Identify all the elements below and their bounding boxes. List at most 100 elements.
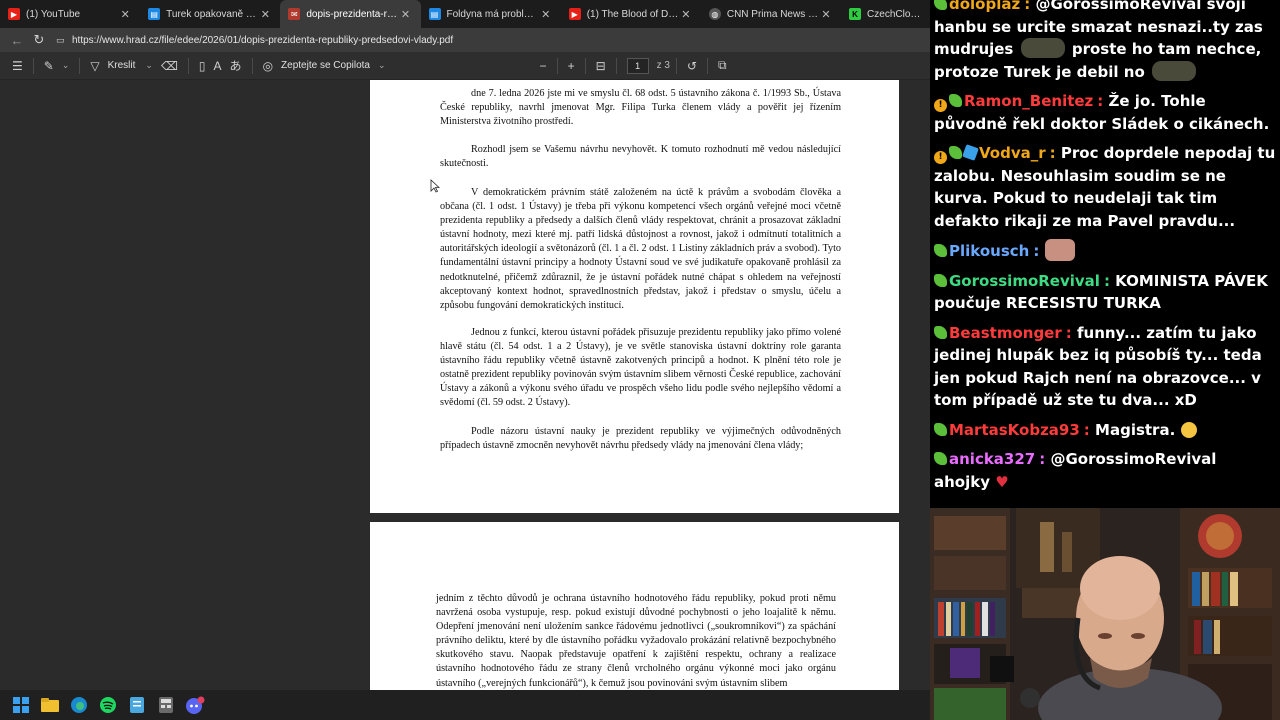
tab-title: Foldyna má problém s vyslov	[446, 8, 539, 20]
close-icon[interactable]: ✕	[258, 8, 272, 21]
eraser-icon[interactable]: ⌫	[157, 55, 182, 77]
rotate-icon[interactable]: ↺	[683, 55, 701, 77]
url-text: https://www.hrad.cz/file/edee/2026/01/do…	[72, 34, 454, 46]
tab-youtube[interactable]: ▶ (1) YouTube ✕	[0, 0, 140, 28]
chat-username: MartasKobza93	[949, 420, 1080, 439]
tab-cnn[interactable]: ◍ CNN Prima News HD Sledujte ✕	[701, 0, 841, 28]
tab-title: (1) The Blood of Dawnwalker	[586, 8, 679, 20]
paragraph: V demokratickém právním státě založeném …	[440, 187, 841, 311]
close-icon[interactable]: ✕	[539, 8, 553, 21]
notepad-icon[interactable]	[126, 694, 148, 716]
close-icon[interactable]: ✕	[399, 8, 413, 21]
page-number-input[interactable]: 1	[626, 57, 649, 74]
paragraph: jedním z těchto důvodů je ochrana ústavn…	[436, 593, 836, 689]
draw-icon[interactable]: ▽	[86, 55, 103, 77]
chat-username: Beastmonger	[949, 323, 1062, 342]
webcam-image	[930, 508, 1280, 720]
badge-icon	[962, 144, 979, 161]
taskbar	[0, 690, 930, 720]
tab-czechcloud[interactable]: K CzechCloud Str	[841, 0, 930, 28]
paragraph: dne 7. ledna 2026 jste mi ve smyslu čl. …	[440, 88, 841, 128]
pdf-viewer[interactable]: dne 7. ledna 2026 jste mi ve smyslu čl. …	[0, 80, 930, 690]
news-icon: ▤	[148, 8, 161, 20]
windows-start-icon[interactable]	[10, 694, 32, 716]
chat-text: Magistra.	[1095, 420, 1176, 439]
spotify-icon[interactable]	[97, 694, 119, 716]
tab-foldyna[interactable]: ▤ Foldyna má problém s vyslov ✕	[421, 0, 561, 28]
tab-dawnwalker[interactable]: ▶ (1) The Blood of Dawnwalker ✕	[561, 0, 701, 28]
tab-bar: ▶ (1) YouTube ✕ ▤ Turek opakovaně prokaz…	[0, 0, 930, 28]
pdf-page: jedním z těchto důvodů je ochrana ústavn…	[370, 522, 899, 690]
badge-icon: !	[934, 151, 947, 164]
chat-message: doloplaz: @GorossimoRevival svoji hanbu …	[934, 0, 1276, 83]
highlight-icon[interactable]: ✎	[40, 55, 58, 77]
calculator-icon[interactable]	[155, 694, 177, 716]
paragraph: Rozhodl jsem se Vašemu návrhu nevyhovět.…	[440, 144, 841, 170]
chat-username: anicka327	[949, 450, 1036, 468]
translate-icon[interactable]: あ	[226, 55, 246, 77]
k-icon: K	[849, 8, 862, 20]
chat-username: Vodva_r	[979, 144, 1046, 162]
fit-page-icon[interactable]: ⊟	[592, 55, 610, 77]
discord-icon[interactable]	[184, 694, 206, 716]
emote-icon	[1044, 239, 1075, 261]
chat-message: Beastmonger: funny... zatím tu jako jedi…	[934, 323, 1262, 409]
chat-message: GorossimoRevival: KOMINISTA PÁVEK poučuj…	[934, 271, 1268, 312]
pdf-page: dne 7. ledna 2026 jste mi ve smyslu čl. …	[370, 80, 899, 513]
close-icon[interactable]: ✕	[118, 8, 132, 21]
browser-window: ▶ (1) YouTube ✕ ▤ Turek opakovaně prokaz…	[0, 0, 930, 690]
toolbar-divider	[79, 57, 81, 74]
badge-icon	[934, 244, 947, 257]
tab-turek[interactable]: ▤ Turek opakovaně prokazoval ✕	[140, 0, 280, 28]
badge-icon	[934, 325, 947, 339]
file-explorer-icon[interactable]	[39, 694, 61, 716]
chat-username: GorossimoRevival	[949, 271, 1100, 290]
chat-username: doloplaz	[949, 0, 1021, 13]
close-icon[interactable]: ✕	[819, 8, 833, 21]
globe-icon: ◍	[708, 8, 721, 20]
address-bar: ← ↻ ▭ https://www.hrad.cz/file/edee/2026…	[0, 28, 930, 52]
chevron-down-icon[interactable]: ⌄	[58, 55, 74, 77]
back-arrow-icon[interactable]: ←	[6, 29, 28, 51]
chevron-down-icon[interactable]: ⌄	[374, 55, 390, 77]
chat-message: anicka327: @GorossimoRevival ahojky ♥	[934, 450, 1217, 491]
pdf-icon: ✉	[288, 8, 301, 20]
tab-title: (1) YouTube	[26, 8, 81, 20]
text-box-icon[interactable]: ▯	[195, 55, 210, 77]
copilot-button[interactable]: Zeptejte se Copilota	[281, 60, 370, 71]
page-view-icon[interactable]: ⧉	[714, 55, 731, 77]
chat-message: ! Vodva_r: Proc doprdele nepodaj tu zalob…	[934, 144, 1276, 230]
close-icon[interactable]: ✕	[679, 8, 693, 21]
toolbar-divider	[251, 57, 253, 74]
edge-icon[interactable]	[68, 694, 90, 716]
contents-list-icon[interactable]: ☰	[8, 55, 27, 77]
copilot-icon[interactable]: ◎	[259, 55, 277, 77]
paragraph: Jednou z funkcí, kterou ústavní pořádek …	[440, 327, 841, 409]
badge-icon	[949, 146, 962, 159]
stream-chat: doloplaz: @GorossimoRevival svoji hanbu …	[930, 0, 1280, 508]
emote-icon	[1151, 60, 1196, 81]
badge-icon	[934, 422, 947, 436]
tab-title: CzechCloud Str	[867, 8, 922, 20]
toolbar-divider	[187, 57, 189, 74]
chevron-down-icon[interactable]: ⌄	[141, 55, 157, 77]
badge-icon	[934, 273, 947, 287]
toolbar-divider	[556, 57, 558, 74]
tab-title: dopis-prezidenta-republiky-p	[306, 8, 399, 20]
badge-icon	[934, 0, 947, 10]
zoom-out-button[interactable]: −	[536, 55, 551, 77]
url-field[interactable]: ▭ https://www.hrad.cz/file/edee/2026/01/…	[56, 35, 453, 46]
chat-username: Ramon_Benitez	[964, 92, 1094, 110]
read-aloud-icon[interactable]: A	[210, 55, 226, 77]
draw-button[interactable]: Kreslit	[108, 60, 136, 71]
pdf-toolbar: ☰ ✎ ⌄ ▽ Kreslit ⌄ ⌫ ▯ A あ ◎ Zeptejte se …	[0, 52, 930, 80]
zoom-in-button[interactable]: +	[564, 55, 579, 77]
tab-pdf[interactable]: ✉ dopis-prezidenta-republiky-p ✕	[280, 0, 421, 28]
chat-message: ! Ramon_Benitez: Že jo. Tohle původně řek…	[934, 92, 1270, 133]
reload-icon[interactable]: ↻	[28, 29, 50, 51]
chat-message: MartasKobza93: Magistra.	[934, 419, 1276, 442]
badge-icon: !	[934, 99, 947, 112]
site-info-icon[interactable]: ▭	[56, 35, 66, 45]
smile-emoji-icon	[1180, 421, 1197, 438]
badge-icon	[934, 452, 947, 465]
